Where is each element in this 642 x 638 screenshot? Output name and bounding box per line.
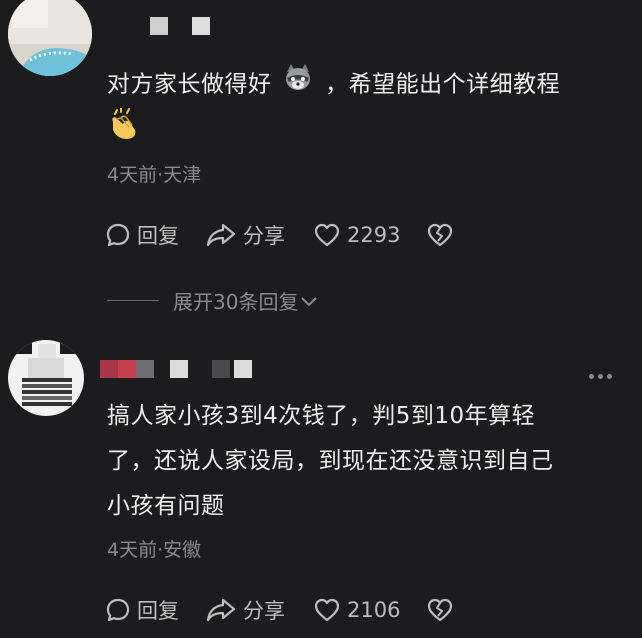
comment-bubble-icon <box>105 597 131 623</box>
comment-actions: 回复 分享 2293 <box>105 220 454 250</box>
dislike-button[interactable] <box>426 597 454 623</box>
reply-button[interactable]: 回复 <box>105 595 179 625</box>
share-arrow-icon <box>205 597 237 623</box>
heart-icon <box>313 222 341 248</box>
comment-text: 对方家长做得好 ，希望能出个详细教程 <box>107 62 612 156</box>
reply-button[interactable]: 回复 <box>105 220 179 250</box>
like-button[interactable]: 2106 <box>313 597 400 623</box>
comment-text-line: ，希望能出个详细教程 <box>325 71 561 98</box>
comment-meta: 4天前·天津 <box>107 164 202 186</box>
like-button[interactable]: 2293 <box>313 222 400 248</box>
clapping-hands-emoji <box>107 107 141 156</box>
more-options-button[interactable] <box>589 374 612 379</box>
comment-text: 搞人家小孩3到4次钱了，判5到10年算轻 了，还说人家设局，到现在还没意识到自己… <box>107 394 612 529</box>
dislike-button[interactable] <box>426 222 454 248</box>
like-count: 2293 <box>347 223 401 247</box>
reply-label: 回复 <box>137 224 179 248</box>
comment-text-line: 对方家长做得好 <box>107 71 272 98</box>
expand-replies-label: 展开30条回复 <box>173 290 299 314</box>
raccoon-emoji <box>283 62 313 108</box>
username-redacted[interactable] <box>100 360 252 378</box>
comment-actions: 回复 分享 2106 <box>105 595 454 625</box>
broken-heart-icon <box>426 597 454 623</box>
reply-label: 回复 <box>137 599 179 623</box>
avatar[interactable] <box>8 340 84 416</box>
comment-bubble-icon <box>105 222 131 248</box>
avatar-image <box>8 340 84 416</box>
share-label: 分享 <box>243 224 285 248</box>
like-count: 2106 <box>347 598 401 622</box>
share-button[interactable]: 分享 <box>205 595 285 625</box>
divider-line <box>107 300 159 301</box>
comment-text-line: 小孩有问题 <box>107 493 225 519</box>
more-dots-icon <box>589 374 594 379</box>
expand-replies-button[interactable]: 展开30条回复 <box>107 286 318 315</box>
avatar[interactable] <box>8 0 92 76</box>
comment-item-2: 搞人家小孩3到4次钱了，判5到10年算轻 了，还说人家设局，到现在还没意识到自己… <box>0 340 642 638</box>
heart-icon <box>313 597 341 623</box>
share-button[interactable]: 分享 <box>205 220 285 250</box>
share-label: 分享 <box>243 599 285 623</box>
comment-meta: 4天前·安徽 <box>107 539 202 561</box>
comment-item-1: 对方家长做得好 ，希望能出个详细教程 4天前·天津 回复 分享 2293 <box>0 0 642 286</box>
avatar-image <box>8 0 92 76</box>
chevron-down-icon <box>300 289 318 313</box>
comment-text-line: 搞人家小孩3到4次钱了，判5到10年算轻 <box>107 403 536 429</box>
username-redacted[interactable] <box>100 17 210 35</box>
share-arrow-icon <box>205 222 237 248</box>
comment-text-line: 了，还说人家设局，到现在还没意识到自己 <box>107 448 554 474</box>
broken-heart-icon <box>426 222 454 248</box>
